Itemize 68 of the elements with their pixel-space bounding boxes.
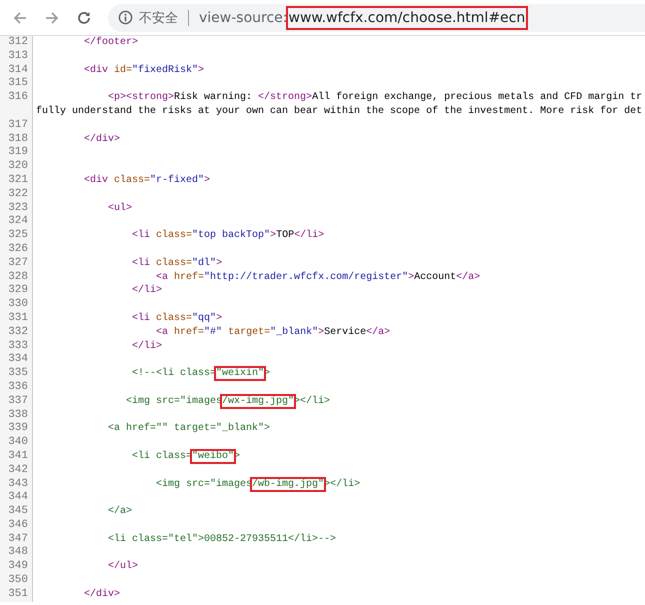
line-number: 336 (0, 380, 33, 395)
line-number: 335 (0, 367, 33, 381)
info-icon[interactable] (118, 10, 133, 25)
code-line: <li class="qq"> (131, 312, 222, 326)
line-number: 323 (0, 202, 33, 216)
line-number: 343 (0, 478, 33, 492)
code-line: </div> (83, 588, 120, 602)
line-number: 350 (0, 574, 33, 588)
line-number: 342 (0, 464, 33, 478)
line-number: 348 (0, 546, 33, 560)
line-number: 319 (0, 146, 33, 160)
line-number: 349 (0, 560, 33, 574)
forward-arrow-icon[interactable] (44, 10, 60, 26)
line-number: 347 (0, 532, 33, 546)
line-number: 351 (0, 588, 33, 602)
address-bar[interactable]: 不安全 view-source:www.wfcfx.com/choose.html#ecn (108, 4, 645, 32)
line-number: 339 (0, 422, 33, 436)
line-number: 332 (0, 326, 33, 340)
line-number: 346 (0, 518, 33, 533)
line-number: 326 (0, 242, 33, 257)
line-number: 330 (0, 298, 33, 312)
line-number: 321 (0, 174, 33, 188)
line-number: 313 (0, 50, 33, 64)
line-number: 328 (0, 270, 33, 284)
line-number: 334 (0, 353, 33, 368)
line-number: 312 (0, 36, 33, 50)
line-number: 314 (0, 64, 33, 78)
line-number: 333 (0, 340, 33, 354)
url-text: www.wfcfx.com/choose.html#ecn (288, 8, 526, 28)
code-line: </a> (107, 505, 132, 519)
line-number: 344 (0, 491, 33, 506)
line-number: 318 (0, 132, 33, 146)
code-line: <p><strong>Risk warning: </strong>All foreign exchange, precious metals and CFD margin tr (107, 91, 642, 105)
line-number: 315 (0, 77, 33, 92)
line-number: 340 (0, 436, 33, 450)
security-label: 不安全 (139, 10, 178, 26)
code-line: <li class="dl"> (131, 256, 222, 271)
code-line: <a href="#" target="_blank">Service</a> (155, 326, 390, 340)
code-line: <div id="fixedRisk"> (83, 64, 204, 78)
line-number: 329 (0, 284, 33, 298)
code-line: <a href="http://trader.wfcfx.com/register">Account</a> (155, 270, 480, 284)
url-scheme: view-source: (199, 10, 288, 26)
code-line: <li class="top backTop">TOP</li> (131, 229, 324, 243)
line-number: 345 (0, 505, 33, 519)
code-line: <div class="r-fixed"> (83, 174, 210, 188)
code-line: <img src="images/wb-img.jpg"></li> (155, 478, 360, 492)
line-number: 325 (0, 229, 33, 243)
line-number: 338 (0, 408, 33, 422)
line-number: 341 (0, 450, 33, 464)
code-line: fully understand the risks at your own can bear within the scope of the investment. More risk for det (35, 104, 642, 119)
line-number: 331 (0, 312, 33, 326)
reload-icon[interactable] (76, 10, 92, 26)
code-line: <ul> (107, 202, 132, 216)
line-number: 322 (0, 188, 33, 202)
code-line: </footer> (83, 36, 138, 50)
code-line: </li> (131, 284, 162, 298)
line-number: 327 (0, 256, 33, 271)
line-number: 337 (0, 394, 33, 409)
line-number: 317 (0, 118, 33, 133)
back-arrow-icon[interactable] (12, 10, 28, 26)
line-number: 320 (0, 160, 33, 174)
code-line: </div> (83, 132, 120, 146)
line-number: 316 (0, 91, 33, 105)
code-line: <li class="tel">00852-27935511</li>--> (107, 532, 336, 546)
code-line: </li> (131, 340, 162, 354)
code-line: </ul> (107, 560, 138, 574)
line-number: 324 (0, 215, 33, 230)
code-line: <a href="" target="_blank"> (107, 422, 270, 436)
